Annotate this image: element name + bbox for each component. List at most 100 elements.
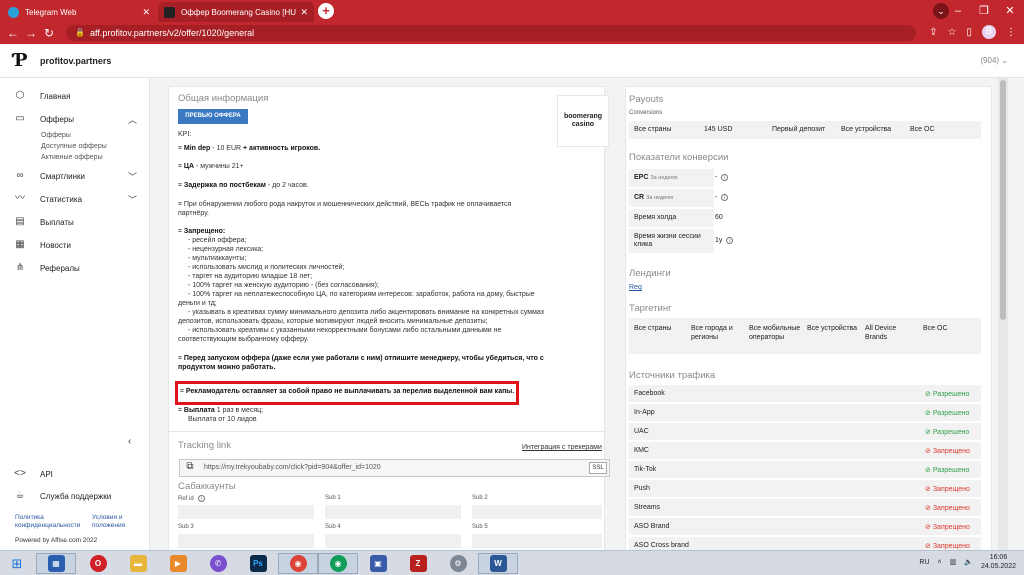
star-icon[interactable]: ☆ [948, 27, 957, 38]
forward-icon[interactable]: → [22, 26, 40, 40]
windows-taskbar: ⊞ ▦ O ▬ ▶ ✆ Ps ◉ ◉ ▣ Z ⚙ W RU ˄ ▥ 🔈 16:0… [0, 550, 1024, 575]
sub-label: Sub 1 [325, 495, 341, 501]
sub-input[interactable] [178, 534, 314, 548]
info-icon: i [721, 174, 729, 181]
avatar[interactable]: B [982, 25, 996, 39]
sub-label: Ref id i [178, 495, 205, 502]
tab-telegram[interactable]: Telegram Web ✕ [2, 2, 156, 22]
sub-input[interactable] [472, 534, 602, 548]
restore-icon[interactable]: ❐ [970, 0, 998, 22]
tracking-link-field[interactable]: ⧉ https://my.trekyoubaby.com/click?pid=9… [179, 459, 610, 477]
sidebar-item-home[interactable]: ⬡ Главная [14, 90, 71, 102]
browser-tab-bar: Telegram Web ✕ Оффер Boomerang Casino [H… [0, 0, 1024, 22]
word-icon: W [489, 555, 507, 572]
tab-title: Telegram Web [25, 7, 77, 17]
taskbar-chrome[interactable]: ◉ [278, 553, 318, 574]
taskbar-folder[interactable]: ▬ [118, 553, 158, 574]
section-title: Общая информация [178, 93, 269, 104]
sidebar-subitem-available[interactable]: Доступные офферы [41, 143, 107, 150]
sub-input[interactable] [325, 505, 461, 519]
forbidden-list: - ресейл оффера; - нецензурная лексика; … [178, 237, 545, 343]
taskbar-settings[interactable]: ⚙ [438, 553, 478, 574]
scrollbar-thumb[interactable] [1000, 80, 1006, 320]
terms-link[interactable]: Условия и положения [92, 514, 138, 530]
info-icon: i [721, 194, 729, 201]
bookmark-icon: ▭ [15, 113, 25, 124]
check-icon: ⊘ [925, 391, 931, 398]
tab-offer[interactable]: Оффер Boomerang Casino [HU] ✕ [158, 2, 314, 22]
reload-icon[interactable]: ↻ [40, 26, 58, 40]
sidebar-item-api[interactable]: <> API [14, 468, 53, 480]
menu-icon[interactable]: ⋮ [1006, 27, 1016, 38]
taskbar-chrome-2[interactable]: ◉ [318, 553, 358, 574]
sidebar-item-smartlinks[interactable]: ∞ Смартлинки ﹀ [14, 170, 137, 182]
scrollbar[interactable] [998, 78, 1008, 550]
privacy-link[interactable]: Политика конфиденциальности [15, 514, 80, 530]
metric-label: EPC За неделю [629, 169, 714, 187]
powered-by: Powered by Affise.com 2022 [15, 537, 98, 544]
sidebar-item-statistics[interactable]: 〰 Статистика ﹀ [14, 193, 137, 205]
close-icon[interactable]: ✕ [142, 7, 150, 18]
close-icon[interactable]: ✕ [300, 7, 308, 18]
sidebar-item-referrals[interactable]: ⋔ Рефералы [14, 262, 80, 274]
volume-icon[interactable]: 🔈 [964, 558, 973, 566]
before-launch-note: ⌗ Перед запуском оффера (даже если уже р… [178, 355, 544, 371]
info-icon: i [197, 495, 205, 502]
taskbar-viber[interactable]: ✆ [198, 553, 238, 574]
tracking-url: https://my.trekyoubaby.com/click?pid=904… [204, 464, 381, 471]
taskbar-media[interactable]: ▶ [158, 553, 198, 574]
new-tab-button[interactable]: + [318, 3, 334, 19]
collapse-sidebar-icon[interactable]: ‹ [128, 436, 131, 447]
media-icon: ▶ [169, 555, 187, 572]
ban-icon: ⊘ [925, 543, 931, 550]
taskbar-photoshop[interactable]: Ps [238, 553, 278, 574]
minimize-icon[interactable]: – [944, 0, 972, 22]
integration-link[interactable]: Интеграция с трекерами [522, 444, 602, 451]
clock[interactable]: 16:06 24.05.2022 [981, 553, 1016, 571]
ban-icon: ⊘ [925, 524, 931, 531]
network-icon[interactable]: ▥ [950, 558, 957, 566]
tray-up-icon[interactable]: ˄ [938, 559, 942, 566]
sidebar-item-payouts[interactable]: ▤ Выплаты [14, 216, 74, 228]
forbidden-title: ⌗ Запрещено: [178, 228, 226, 235]
share-icon: ⋔ [15, 262, 25, 273]
back-icon[interactable]: ← [4, 26, 22, 40]
window-close-icon[interactable]: ✕ [996, 0, 1024, 22]
taskbar-word[interactable]: W [478, 553, 518, 574]
sidebar-subitem-offers[interactable]: Офферы [41, 132, 71, 139]
kpi-title: KPI: [178, 131, 192, 138]
language-indicator[interactable]: RU [919, 559, 929, 566]
sub-input[interactable] [472, 505, 602, 519]
ssl-toggle[interactable]: SSL [589, 462, 607, 474]
traffic-row: Tik-Tok ⊘ Разрешено [629, 461, 981, 479]
sidebar-subitem-active[interactable]: Активные офферы [41, 154, 103, 161]
chevron-down-icon: ﹀ [128, 171, 138, 182]
preview-offer-button[interactable]: ПРЕВЬЮ ОФФЕРА [178, 109, 248, 124]
sidepanel-icon[interactable]: ▯ [966, 27, 972, 38]
taskbar-filezilla[interactable]: Z [398, 553, 438, 574]
copy-icon[interactable]: ⧉ [181, 461, 199, 475]
explorer-icon: ▦ [47, 555, 65, 572]
sub-input[interactable] [325, 534, 461, 548]
ban-icon: ⊘ [925, 505, 931, 512]
balance-dropdown[interactable]: (904) ⌄ [980, 56, 1008, 65]
taskbar-explorer[interactable]: ▦ [36, 553, 76, 574]
sub-input[interactable] [178, 505, 314, 519]
share-icon[interactable]: ⇪ [929, 27, 937, 38]
sidebar-item-offers[interactable]: ▭ Офферы ︿ [14, 113, 137, 125]
taskbar-save[interactable]: ▣ [358, 553, 398, 574]
address-bar[interactable]: 🔒 aff.profitov.partners/v2/offer/1020/ge… [66, 25, 916, 41]
chevron-down-icon: ﹀ [128, 194, 138, 205]
sidebar-item-news[interactable]: ▦ Новости [14, 239, 71, 251]
check-icon: ⊘ [925, 410, 931, 417]
brand-logo[interactable]: Ƥ [14, 50, 34, 72]
traffic-title: Источники трафика [629, 370, 716, 381]
landing-link[interactable]: Reg [629, 284, 642, 291]
metric-label: Время холда [629, 209, 714, 227]
kpi-min-dep: ⌗ Min dep - 10 EUR + активность игроков. [178, 145, 321, 152]
brand-name: profitov.partners [40, 56, 112, 66]
sidebar-item-support[interactable]: ☕ Служба поддержки [14, 490, 112, 502]
telegram-icon [8, 6, 19, 18]
taskbar-opera[interactable]: O [78, 553, 118, 574]
start-button[interactable]: ⊞ [2, 554, 32, 573]
